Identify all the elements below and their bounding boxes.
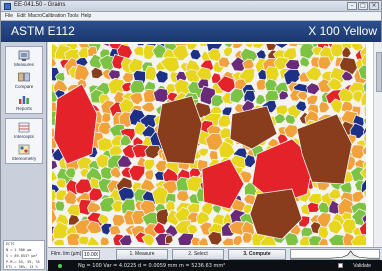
menu-macro[interactable]: Macro bbox=[28, 13, 42, 19]
menu-bar: File Edit Macro Calibration Tools Help bbox=[1, 12, 381, 21]
status-text: Ng = 100 Var = 4.0225 d = 0.0059 mm m = … bbox=[78, 263, 226, 269]
header-band: ASTM E112 X 100 Yellow bbox=[1, 21, 381, 42]
magnification-label: X 100 Yellow bbox=[308, 24, 377, 38]
grain bbox=[284, 113, 296, 125]
compare-icon bbox=[18, 72, 30, 82]
scrollbar-thumb[interactable] bbox=[376, 52, 382, 92]
histogram-preview bbox=[290, 249, 380, 260]
measure-icon bbox=[18, 50, 30, 61]
info-line: N = 1 586 µm bbox=[6, 248, 32, 252]
sidebar-item-stereometry[interactable]: Stereometry bbox=[6, 142, 42, 164]
intercepts-icon bbox=[18, 122, 30, 133]
film-limit-input[interactable] bbox=[82, 250, 100, 259]
select-button[interactable]: 2. Select bbox=[172, 249, 224, 260]
grain bbox=[99, 236, 110, 245]
grain-cluster bbox=[156, 95, 203, 165]
close-button[interactable]: × bbox=[369, 2, 379, 10]
menu-edit[interactable]: Edit bbox=[17, 13, 26, 19]
title-bar: EE-041.50 - Grains – □ × bbox=[1, 1, 381, 12]
maximize-button[interactable]: □ bbox=[358, 2, 368, 10]
status-indicator bbox=[58, 264, 62, 268]
sidebar-item-intercepts[interactable]: Intercepts bbox=[6, 120, 42, 142]
reports-icon bbox=[19, 96, 29, 104]
sidebar-group-analysis: Measures Compare Reports bbox=[5, 46, 43, 114]
micrograph-image[interactable] bbox=[52, 44, 366, 245]
menu-help[interactable]: Help bbox=[81, 13, 91, 19]
measure-button[interactable]: 1. Measure bbox=[116, 249, 168, 260]
menu-calibration[interactable]: Calibration bbox=[42, 13, 66, 19]
window-title: EE-041.50 - Grains bbox=[14, 2, 66, 8]
grain bbox=[101, 112, 112, 124]
standard-title: ASTM E112 bbox=[11, 24, 75, 38]
sidebar-item-compare[interactable]: Compare bbox=[6, 70, 42, 92]
results-info-panel: ECTS N = 1 586 µm S = 89.0537 µm² P.M.= … bbox=[3, 240, 45, 270]
validate-label: Validate bbox=[353, 263, 371, 269]
validate-checkbox[interactable] bbox=[338, 263, 343, 268]
sidebar-item-label: Compare bbox=[14, 84, 34, 89]
app-icon bbox=[4, 3, 11, 10]
info-line: S = 89.0537 µm² bbox=[6, 254, 38, 258]
image-view[interactable] bbox=[48, 42, 382, 247]
grain-map bbox=[52, 44, 366, 245]
menu-tools[interactable]: Tools bbox=[67, 13, 79, 19]
sidebar-item-label: Stereometry bbox=[11, 156, 37, 161]
status-bar: Ng = 100 Var = 4.0225 d = 0.0059 mm m = … bbox=[48, 260, 382, 271]
info-line: ECTS bbox=[6, 242, 15, 246]
minimize-button[interactable]: – bbox=[347, 2, 357, 10]
grain bbox=[144, 65, 158, 82]
film-limit-label: Film. lim (µm) bbox=[51, 251, 82, 257]
sidebar: Measures Compare Reports Intercepts Ster… bbox=[1, 42, 47, 271]
stereometry-icon bbox=[18, 144, 30, 155]
bottom-toolbar: Film. lim (µm) 1. Measure 2. Select 3. C… bbox=[48, 247, 382, 260]
sidebar-item-label: Reports bbox=[16, 106, 32, 111]
menu-file[interactable]: File bbox=[5, 13, 13, 19]
sidebar-group-methods: Intercepts Stereometry bbox=[5, 118, 43, 164]
info-line: P.M.= 55, 35, 35 bbox=[6, 260, 40, 264]
grain bbox=[54, 200, 66, 212]
sidebar-item-reports[interactable]: Reports bbox=[6, 92, 42, 114]
vertical-scrollbar[interactable] bbox=[373, 42, 382, 247]
app-window: EE-041.50 - Grains – □ × File Edit Macro… bbox=[0, 0, 382, 271]
sidebar-item-label: Intercepts bbox=[14, 134, 34, 139]
sidebar-item-label: Measures bbox=[14, 62, 34, 67]
compute-button[interactable]: 3. Compute bbox=[228, 249, 286, 260]
sidebar-item-measures[interactable]: Measures bbox=[6, 48, 42, 70]
info-line: ET% = 30%, 13 % bbox=[6, 265, 38, 269]
